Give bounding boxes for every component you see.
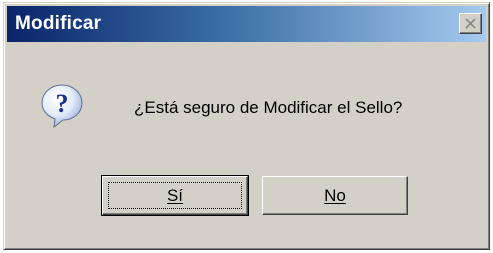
no-button-label: No [324,186,346,205]
no-button[interactable]: No [262,176,408,215]
title-bar[interactable]: Modificar [7,6,486,42]
focus-ring [108,182,242,209]
question-icon: ? [41,84,83,129]
dialog-message: ¿Está seguro de Modificar el Sello? [134,98,403,117]
yes-button[interactable]: Sí [101,175,249,216]
svg-text:?: ? [56,89,69,118]
dialog-title: Modificar [15,13,102,34]
close-button[interactable] [459,13,482,34]
close-icon [465,18,476,29]
confirm-dialog: Modificar ? ¿Está seguro de Modificar el… [3,2,490,250]
